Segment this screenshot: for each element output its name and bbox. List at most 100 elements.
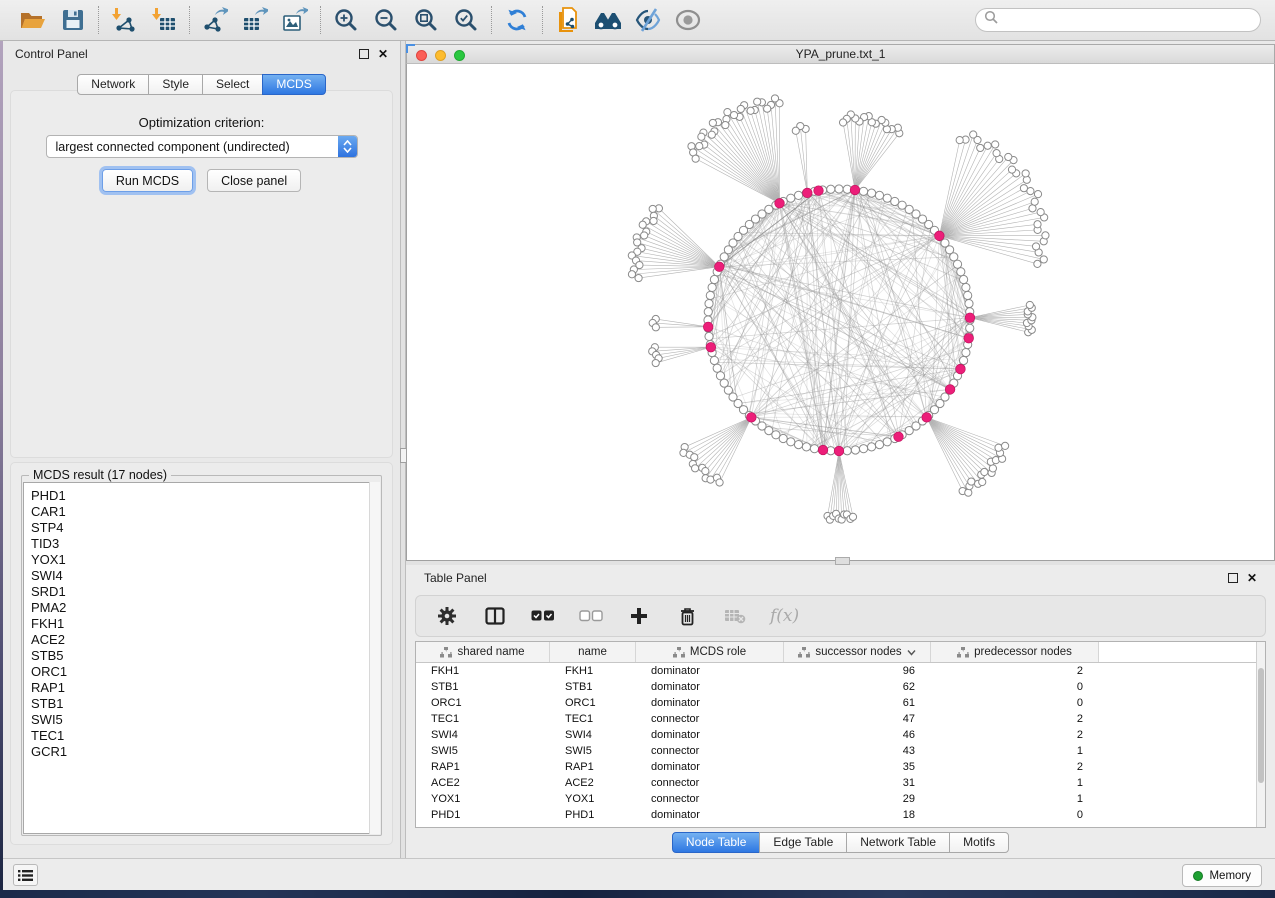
mcds-result-item[interactable]: SRD1 [31,584,379,600]
add-column-icon[interactable] [626,603,652,629]
mcds-list-scrollbar[interactable] [369,482,380,834]
close-panel-icon[interactable]: ✕ [1247,573,1257,583]
status-bar: Memory [0,858,1275,890]
mcds-result-item[interactable]: STP4 [31,520,379,536]
table-row[interactable]: SWI5SWI5connector431 [416,743,1256,759]
close-panel-icon[interactable]: ✕ [378,49,388,59]
import-table-icon[interactable] [149,5,179,35]
scrollbar-thumb[interactable] [1258,668,1264,783]
mcds-result-item[interactable]: PHD1 [31,488,379,504]
panel-menu-button[interactable] [13,864,38,886]
optimization-criterion-select[interactable]: largest connected component (undirected) [46,135,358,158]
mcds-result-item[interactable]: TID3 [31,536,379,552]
zoom-fit-icon[interactable] [411,5,441,35]
table-cell: connector [636,777,784,789]
mcds-result-item[interactable]: GCR1 [31,744,379,760]
mcds-result-item[interactable]: STB1 [31,696,379,712]
table-scrollbar[interactable] [1256,642,1265,827]
mcds-result-item[interactable]: SWI4 [31,568,379,584]
tab-mcds[interactable]: MCDS [262,74,325,95]
clone-network-icon[interactable] [553,5,583,35]
table-cell: 35 [784,761,931,773]
zoom-selected-icon[interactable] [451,5,481,35]
table-cell: connector [636,793,784,805]
mcds-result-item[interactable]: RAP1 [31,680,379,696]
mcds-result-item[interactable]: ORC1 [31,664,379,680]
column-header-name[interactable]: name [550,642,636,662]
table-cell: SWI5 [416,745,550,757]
search-box[interactable] [975,8,1261,32]
maximize-window-icon[interactable] [454,50,465,61]
table-row[interactable]: FKH1FKH1dominator962 [416,663,1256,679]
select-all-icon[interactable] [530,603,556,629]
memory-button[interactable]: Memory [1182,864,1262,887]
network-window-titlebar[interactable]: YPA_prune.txt_1 [406,44,1275,64]
search-input[interactable] [999,11,1260,29]
table-settings-gear-icon[interactable] [434,603,460,629]
mcds-result-groupbox: MCDS result (17 nodes) PHD1CAR1STP4TID3Y… [21,475,382,836]
table-cell: SWI5 [550,745,636,757]
tab-motifs[interactable]: Motifs [949,832,1009,853]
column-visibility-icon[interactable] [482,603,508,629]
mcds-result-item[interactable]: CAR1 [31,504,379,520]
tab-style[interactable]: Style [148,74,203,95]
export-image-icon[interactable] [280,5,310,35]
mcds-result-item[interactable]: ACE2 [31,632,379,648]
column-header-successor-nodes[interactable]: successor nodes [784,642,931,662]
mcds-result-list[interactable]: PHD1CAR1STP4TID3YOX1SWI4SRD1PMA2FKH1ACE2… [23,482,380,834]
close-panel-button[interactable]: Close panel [207,169,301,192]
mcds-result-item[interactable]: PMA2 [31,600,379,616]
export-network-icon[interactable] [200,5,230,35]
export-table-icon[interactable] [240,5,270,35]
show-all-icon[interactable] [673,5,703,35]
find-icon[interactable] [593,5,623,35]
network-canvas[interactable] [406,64,1275,561]
minimize-window-icon[interactable] [435,50,446,61]
table-row[interactable]: TEC1TEC1connector472 [416,711,1256,727]
zoom-in-icon[interactable] [331,5,361,35]
save-session-icon[interactable] [58,5,88,35]
tab-edge-table[interactable]: Edge Table [759,832,847,853]
tab-node-table[interactable]: Node Table [672,832,761,853]
column-header-predecessor-nodes[interactable]: predecessor nodes [931,642,1099,662]
tab-network-table[interactable]: Network Table [846,832,950,853]
mcds-result-item[interactable]: STB5 [31,648,379,664]
tab-select[interactable]: Select [202,74,263,95]
table-cell: 46 [784,729,931,741]
table-cell: connector [636,745,784,757]
mcds-result-item[interactable]: SWI5 [31,712,379,728]
table-row[interactable]: YOX1YOX1connector291 [416,791,1256,807]
list-icon [18,869,33,882]
table-cell: 1 [931,793,1099,805]
table-row[interactable]: RAP1RAP1dominator352 [416,759,1256,775]
deselect-all-icon[interactable] [578,603,604,629]
column-header-shared-name[interactable]: shared name [416,642,550,662]
close-window-icon[interactable] [416,50,427,61]
mcds-tab-content: Optimization criterion: largest connecte… [10,90,393,458]
table-cell: 1 [931,745,1099,757]
table-cell: 18 [784,809,931,821]
table-cell: SWI4 [550,729,636,741]
refresh-layout-icon[interactable] [502,5,532,35]
mcds-result-item[interactable]: FKH1 [31,616,379,632]
table-row[interactable]: SWI4SWI4dominator462 [416,727,1256,743]
table-row[interactable]: STB1STB1dominator620 [416,679,1256,695]
zoom-out-icon[interactable] [371,5,401,35]
tab-network[interactable]: Network [77,74,149,95]
table-row[interactable]: ORC1ORC1dominator610 [416,695,1256,711]
table-row[interactable]: ACE2ACE2connector311 [416,775,1256,791]
delete-column-icon[interactable] [674,603,700,629]
table-cell: STB1 [550,681,636,693]
run-mcds-button[interactable]: Run MCDS [102,169,193,192]
splitter-grip[interactable] [835,557,850,565]
open-file-icon[interactable] [18,5,48,35]
table-header-row: shared namenameMCDS rolesuccessor nodesp… [416,642,1265,663]
hide-selected-icon[interactable] [633,5,663,35]
mcds-result-item[interactable]: YOX1 [31,552,379,568]
float-panel-icon[interactable] [1228,573,1238,583]
float-panel-icon[interactable] [359,49,369,59]
import-network-icon[interactable] [109,5,139,35]
column-header-MCDS-role[interactable]: MCDS role [636,642,784,662]
table-row[interactable]: PHD1PHD1dominator180 [416,807,1256,823]
mcds-result-item[interactable]: TEC1 [31,728,379,744]
